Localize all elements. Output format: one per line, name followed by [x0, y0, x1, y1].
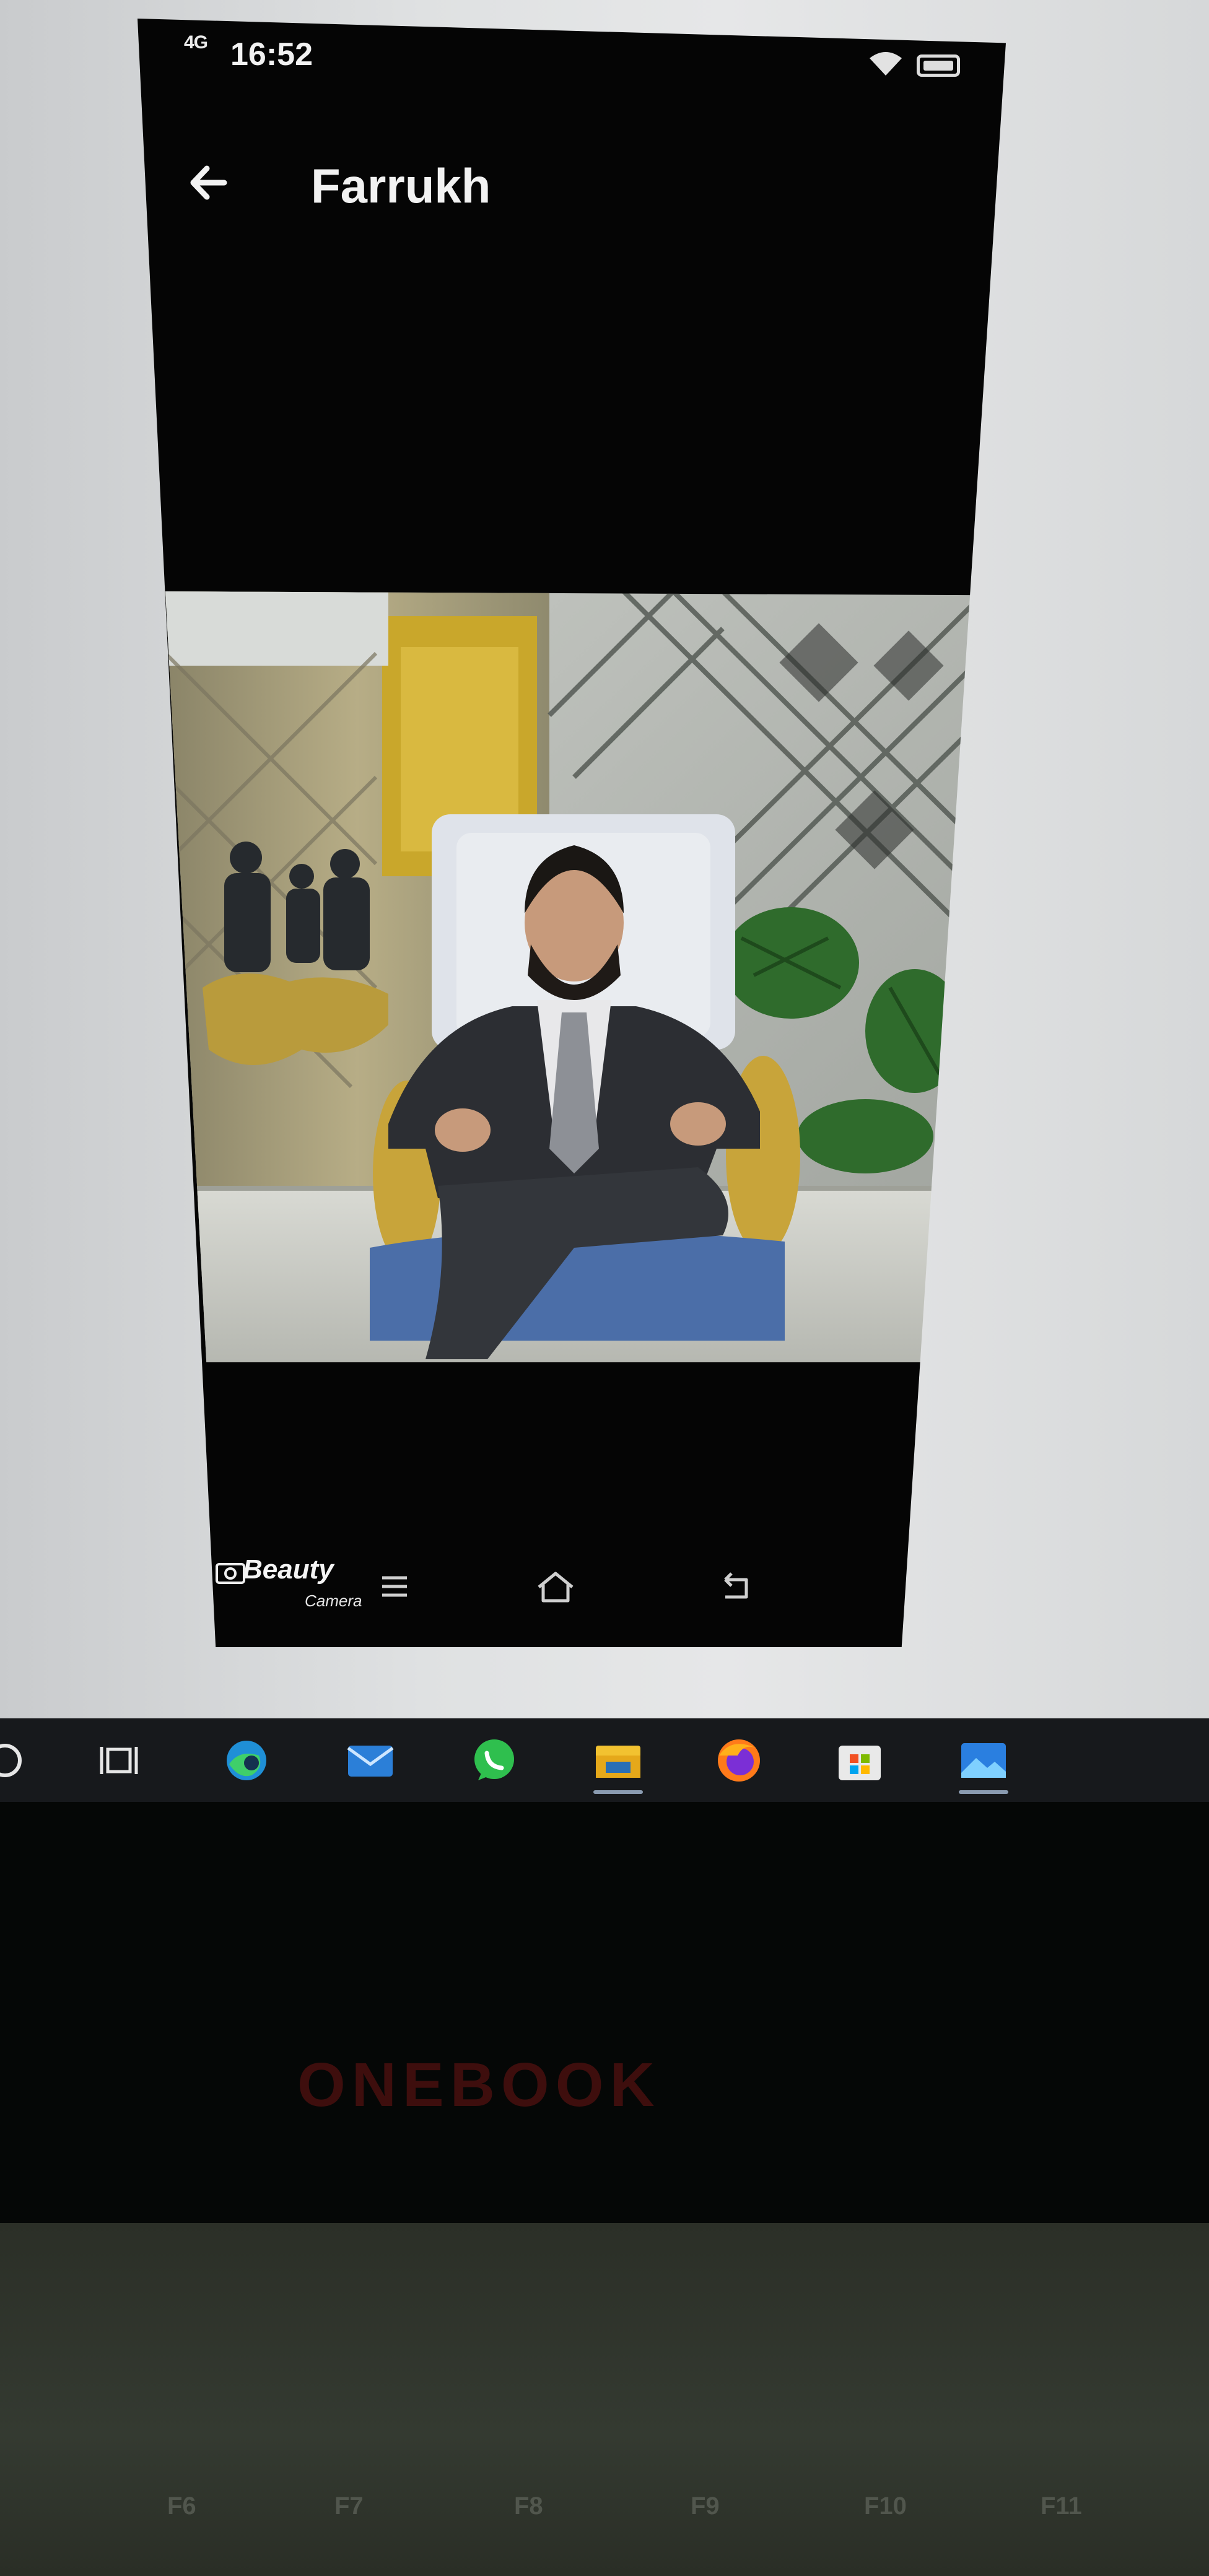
search-button[interactable]: [0, 1736, 35, 1785]
page-title: Farrukh: [311, 159, 491, 213]
taskbar-mail[interactable]: [341, 1736, 400, 1785]
store-icon: [839, 1746, 881, 1780]
taskbar-file-explorer[interactable]: [588, 1736, 648, 1794]
photo-viewer-image[interactable]: [165, 591, 986, 1362]
windows-taskbar: [0, 1718, 1209, 1802]
portrait-photo: [165, 591, 986, 1362]
firefox-icon: [718, 1739, 760, 1782]
watermark-brand: Beauty: [243, 1554, 334, 1585]
battery-icon: [917, 54, 960, 77]
laptop-brand-logo: ONEBOOK: [297, 2050, 661, 2120]
home-icon[interactable]: [534, 1570, 577, 1604]
key-f10: F10: [864, 2492, 907, 2520]
status-time: 16:52: [230, 37, 313, 72]
key-f9: F9: [691, 2492, 720, 2520]
phone-mirror-window: 4G 16:52 Farrukh Beauty Camera: [137, 19, 1006, 1647]
phone-navigation-bar: Beauty Camera: [137, 1536, 1006, 1635]
taskbar-firefox[interactable]: [709, 1736, 769, 1785]
active-indicator: [959, 1790, 1008, 1794]
camera-icon: [216, 1559, 245, 1584]
key-f6: F6: [167, 2492, 196, 2520]
key-f11: F11: [1041, 2492, 1082, 2520]
laptop-bezel: [0, 1802, 1209, 2223]
back-arrow-button[interactable]: [181, 155, 237, 211]
search-circle-icon: [0, 1744, 22, 1777]
key-f7: F7: [334, 2492, 364, 2520]
status-bar: 4G 16:52: [137, 19, 1006, 93]
key-f8: F8: [514, 2492, 543, 2520]
task-view-icon: [100, 1747, 138, 1774]
arrow-left-icon: [181, 155, 237, 211]
keyboard-deck: [0, 2223, 1209, 2576]
laptop-screen: 4G 16:52 Farrukh Beauty Camera: [0, 0, 1209, 1721]
menu-icon[interactable]: [379, 1574, 410, 1599]
whatsapp-icon: [474, 1739, 514, 1780]
taskbar-edge[interactable]: [217, 1736, 276, 1785]
taskbar-whatsapp[interactable]: [465, 1736, 524, 1785]
photos-icon: [961, 1743, 1006, 1778]
taskbar-microsoft-store[interactable]: [830, 1736, 889, 1785]
mail-icon: [347, 1746, 394, 1777]
app-bar: Farrukh: [137, 130, 1006, 242]
wifi-icon: [867, 50, 904, 77]
task-view-button[interactable]: [93, 1736, 152, 1785]
taskbar-photos[interactable]: [954, 1736, 1013, 1794]
watermark-subtitle: Camera: [305, 1591, 362, 1610]
edge-icon: [227, 1741, 266, 1780]
open-indicator: [593, 1790, 643, 1794]
folder-icon: [596, 1746, 640, 1778]
back-nav-icon[interactable]: [717, 1570, 754, 1604]
network-indicator: 4G: [184, 32, 208, 53]
